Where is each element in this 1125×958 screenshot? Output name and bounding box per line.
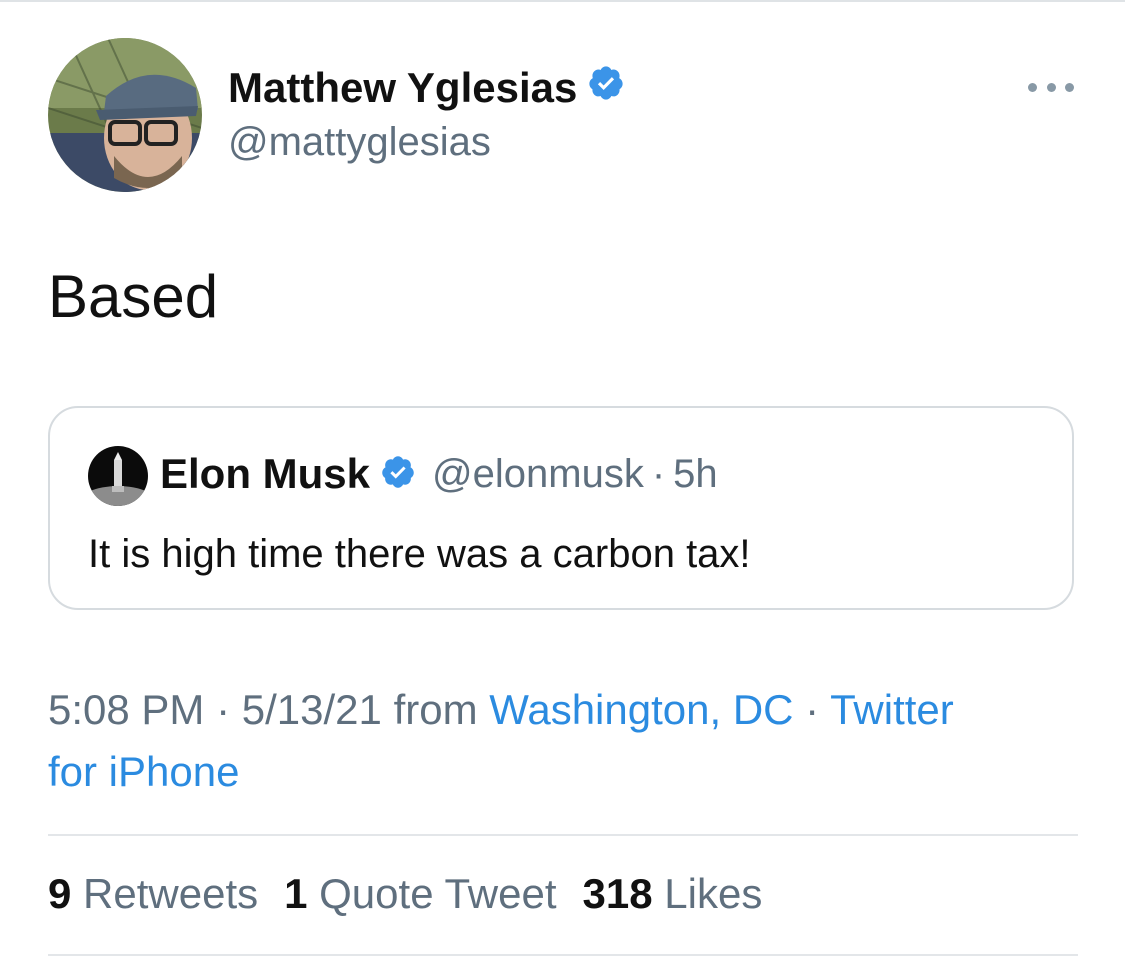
location-link[interactable]: Washington, DC	[489, 686, 793, 733]
retweets-count: 9	[48, 870, 72, 917]
author-handle[interactable]: @mattyglesias	[228, 120, 491, 165]
author-avatar[interactable]	[48, 38, 202, 192]
quote-tweets-stat[interactable]: 1 Quote Tweet	[284, 870, 556, 918]
tweet-date: 5/13/21	[241, 686, 382, 733]
more-options-icon[interactable]	[1028, 80, 1074, 94]
quoted-tweet-time: 5h	[673, 451, 718, 496]
retweets-label: Retweets	[83, 870, 259, 917]
quoted-tweet-card[interactable]: Elon Musk @elonmusk · 5h It is high time…	[48, 406, 1074, 610]
quoted-author-handle[interactable]: @elonmusk	[432, 452, 644, 497]
quote-tweets-label: Quote Tweet	[319, 870, 557, 917]
likes-label: Likes	[664, 870, 763, 917]
quoted-tweet-header: Elon Musk @elonmusk · 5h	[160, 450, 718, 498]
source-link[interactable]: Twitter	[830, 686, 954, 733]
author-name-row[interactable]: Matthew Yglesias	[228, 64, 625, 112]
verified-badge-icon	[380, 454, 416, 495]
quote-tweets-count: 1	[284, 870, 308, 917]
tweet-time: 5:08 PM	[48, 686, 205, 733]
tweet-metadata-cont: for iPhone	[48, 748, 239, 796]
meta-separator: ·	[216, 686, 231, 733]
more-dot	[1046, 82, 1056, 92]
quoted-tweet-text: It is high time there was a carbon tax!	[88, 532, 751, 576]
tweet-text: Based	[48, 263, 219, 330]
quoted-author-name[interactable]: Elon Musk	[160, 450, 370, 498]
quoted-author-avatar[interactable]	[88, 446, 148, 506]
engagement-stats: 9 Retweets 1 Quote Tweet 318 Likes	[48, 870, 788, 918]
verified-badge-icon	[587, 64, 625, 112]
meta-separator: ·	[805, 686, 820, 733]
more-dot	[1065, 82, 1074, 92]
source-link-cont[interactable]: for iPhone	[48, 748, 239, 795]
more-dot	[1028, 82, 1037, 92]
retweets-stat[interactable]: 9 Retweets	[48, 870, 258, 918]
meta-separator: ·	[651, 451, 666, 496]
likes-count: 318	[582, 870, 653, 917]
likes-stat[interactable]: 318 Likes	[583, 870, 763, 918]
stats-top-divider	[48, 834, 1078, 836]
tweet-metadata: 5:08 PM · 5/13/21 from Washington, DC · …	[48, 686, 954, 734]
author-name[interactable]: Matthew Yglesias	[228, 64, 577, 112]
from-label: from	[393, 686, 478, 733]
stats-bottom-divider	[48, 954, 1078, 956]
top-divider	[0, 0, 1125, 2]
